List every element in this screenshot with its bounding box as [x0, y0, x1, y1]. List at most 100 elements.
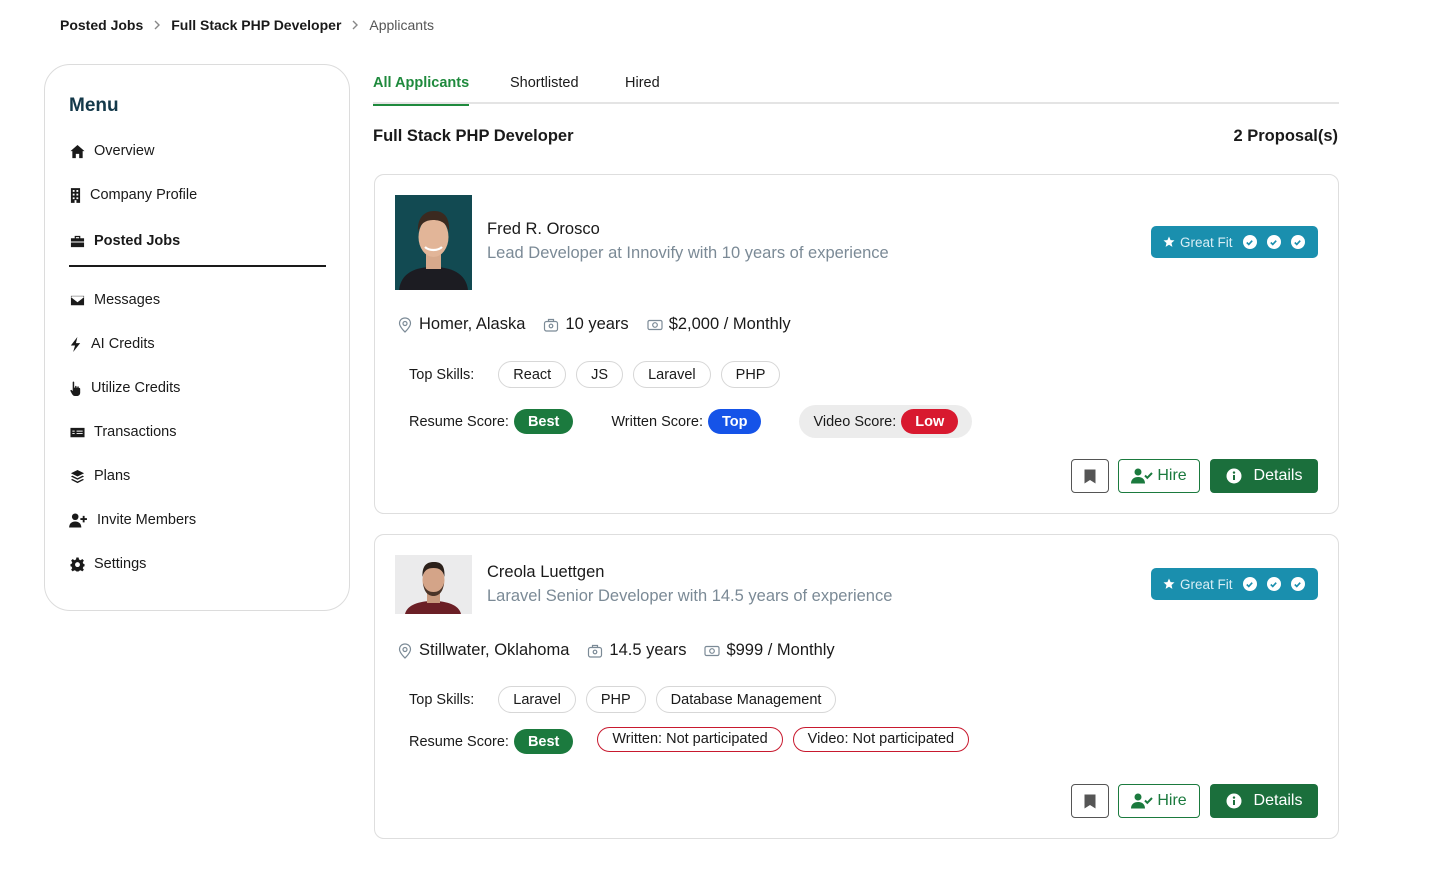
skill-chip: Database Management	[655, 686, 837, 713]
check-circle-icon	[1266, 577, 1281, 591]
card-actions: Hire Details	[1071, 784, 1318, 818]
building-icon	[69, 187, 81, 203]
sidebar-item-label: Utilize Credits	[91, 380, 181, 396]
sidebar-item-label: Invite Members	[97, 512, 197, 528]
details-label: Details	[1253, 792, 1303, 809]
breadcrumb-applicants: Applicants	[369, 17, 434, 33]
sidebar-item-label: Plans	[94, 468, 131, 484]
applicant-card: Fred R. Orosco Lead Developer at Innovif…	[374, 174, 1339, 514]
great-fit-badge: Great Fit	[1151, 226, 1318, 258]
resume-score: Resume Score: Best	[409, 409, 574, 434]
money-check-icon	[69, 424, 85, 440]
sidebar-item-label: AI Credits	[91, 336, 155, 352]
resume-score-badge: Best	[513, 409, 574, 434]
location-text: Stillwater, Oklahoma	[419, 641, 570, 659]
details-button[interactable]: Details	[1210, 459, 1318, 493]
card-actions: Hire Details	[1071, 459, 1318, 493]
sidebar-item-posted-jobs[interactable]: Posted Jobs	[69, 231, 180, 251]
check-circle-icon	[1290, 577, 1305, 591]
sidebar-item-label: Transactions	[94, 424, 177, 440]
written-status-badge: Written: Not participated	[597, 726, 783, 752]
resume-score-label: Resume Score:	[409, 733, 509, 750]
skill-chip: PHP	[585, 686, 646, 713]
skill-chip: React	[498, 361, 567, 388]
rate: $999 / Monthly	[704, 641, 835, 660]
sidebar-item-transactions[interactable]: Transactions	[69, 422, 176, 442]
rate-text: $999 / Monthly	[726, 641, 835, 659]
hire-label: Hire	[1157, 792, 1187, 809]
info-circle-icon	[1226, 793, 1242, 809]
location: Stillwater, Oklahoma	[397, 641, 569, 660]
experience-text: 14.5 years	[609, 641, 687, 659]
sidebar-item-messages[interactable]: Messages	[69, 290, 160, 310]
written-score: Written Score: Top	[611, 409, 762, 434]
bookmark-button[interactable]	[1071, 784, 1109, 818]
hand-pointer-icon	[69, 380, 82, 396]
top-skills-label: Top Skills:	[409, 366, 475, 383]
sidebar-item-ai-credits[interactable]: AI Credits	[69, 334, 155, 354]
hire-button[interactable]: Hire	[1118, 459, 1200, 493]
skill-chip: Laravel	[633, 361, 711, 388]
video-score-badge: Low	[901, 409, 959, 434]
sidebar-item-settings[interactable]: Settings	[69, 554, 146, 574]
hire-button[interactable]: Hire	[1118, 784, 1200, 818]
sidebar-item-label: Settings	[94, 556, 147, 572]
hire-label: Hire	[1157, 467, 1187, 484]
breadcrumb-job[interactable]: Full Stack PHP Developer	[171, 17, 341, 33]
breadcrumb-posted-jobs[interactable]: Posted Jobs	[60, 17, 143, 33]
applicant-headline: Laravel Senior Developer with 14.5 years…	[487, 587, 893, 605]
gear-icon	[69, 556, 85, 572]
user-check-icon	[1131, 468, 1154, 484]
money-icon	[704, 645, 721, 656]
resume-score-label: Resume Score:	[409, 413, 509, 430]
great-fit-label: Great Fit	[1180, 234, 1233, 250]
details-label: Details	[1253, 467, 1303, 484]
skill-chip: Laravel	[498, 686, 576, 713]
tab-hired[interactable]: Hired	[625, 75, 660, 104]
home-icon	[69, 143, 85, 159]
sidebar-menu: Menu Overview Company Profile Posted Job…	[44, 64, 350, 611]
sidebar-item-overview[interactable]: Overview	[69, 141, 154, 161]
star-icon	[1163, 578, 1175, 589]
video-score: Video Score: Low	[799, 405, 973, 438]
sidebar-item-label: Posted Jobs	[94, 233, 181, 249]
details-button[interactable]: Details	[1210, 784, 1318, 818]
applicant-meta: Homer, Alaska 10 years $2,000 / Monthly	[397, 315, 809, 334]
sidebar-item-utilize-credits[interactable]: Utilize Credits	[69, 378, 180, 398]
sidebar-item-plans[interactable]: Plans	[69, 466, 130, 486]
envelope-icon	[69, 292, 85, 308]
user-check-icon	[1131, 793, 1154, 809]
breadcrumb: Posted Jobs Full Stack PHP Developer App…	[60, 16, 434, 34]
active-item-underline	[69, 265, 326, 267]
location-text: Homer, Alaska	[419, 315, 526, 333]
resume-score: Resume Score: Best	[409, 729, 574, 754]
top-skills: Top Skills: React JS Laravel PHP	[409, 361, 790, 388]
top-skills-label: Top Skills:	[409, 691, 475, 708]
scores: Resume Score: Best Written Score: Top Vi…	[409, 405, 973, 438]
experience-text: 10 years	[565, 315, 629, 333]
user-plus-icon	[69, 512, 88, 528]
chevron-right-icon	[351, 20, 359, 30]
sidebar-item-invite-members[interactable]: Invite Members	[69, 510, 196, 530]
applicant-tabs: All Applicants Shortlisted Hired	[373, 64, 1339, 106]
skill-chip: JS	[576, 361, 624, 388]
bookmark-button[interactable]	[1071, 459, 1109, 493]
tab-shortlisted[interactable]: Shortlisted	[510, 75, 579, 104]
applicant-name[interactable]: Creola Luettgen	[487, 563, 604, 582]
star-icon	[1163, 236, 1175, 247]
proposal-count: 2 Proposal(s)	[1233, 127, 1338, 145]
applicant-name[interactable]: Fred R. Orosco	[487, 220, 600, 239]
scores: Resume Score: Best Written: Not particip…	[409, 726, 979, 754]
applicant-headline: Lead Developer at Innovify with 10 years…	[487, 244, 889, 262]
applicant-card: Creola Luettgen Laravel Senior Developer…	[374, 534, 1339, 839]
experience: 10 years	[543, 315, 629, 334]
skill-chip: PHP	[720, 361, 781, 388]
location-pin-icon	[398, 642, 412, 659]
video-score-label: Video Score:	[813, 413, 897, 430]
sidebar-item-company-profile[interactable]: Company Profile	[69, 185, 197, 205]
written-score-badge: Top	[707, 409, 762, 434]
tab-all-applicants[interactable]: All Applicants	[373, 75, 470, 106]
chevron-right-icon	[153, 20, 161, 30]
check-circle-icon	[1242, 235, 1257, 249]
rate: $2,000 / Monthly	[647, 315, 791, 334]
